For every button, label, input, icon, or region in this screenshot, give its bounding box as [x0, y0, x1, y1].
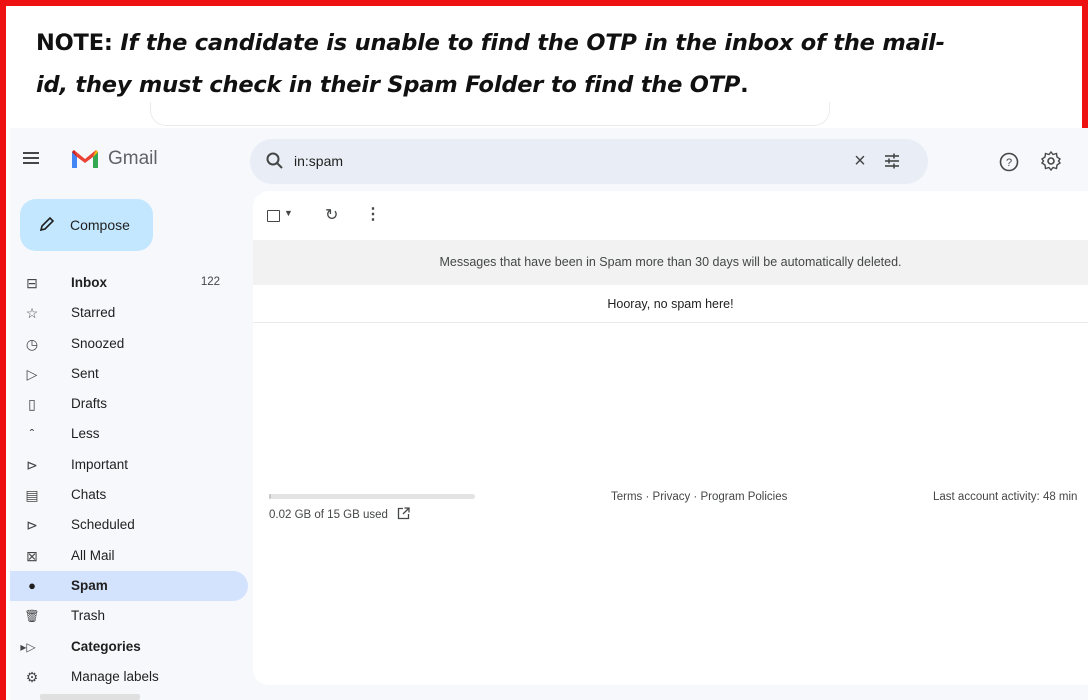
settings-icon[interactable] [1040, 150, 1062, 172]
sidebar-item-label: Drafts [71, 396, 108, 412]
overlay-edge [150, 102, 830, 126]
compose-label: Compose [70, 217, 130, 233]
note-end: . [740, 72, 749, 98]
sidebar-item-label: Scheduled [71, 517, 135, 533]
spam-icon: ● [28, 577, 36, 593]
storage-meter [269, 494, 475, 499]
note-prefix: NOTE: [36, 30, 113, 56]
gmail-brand[interactable]: Gmail [108, 148, 158, 170]
external-link-icon[interactable] [397, 507, 410, 520]
star-icon: ☆ [25, 305, 39, 322]
more-options-icon[interactable]: ⋮ [365, 204, 381, 224]
empty-state-message: Hooray, no spam here! [253, 285, 1088, 323]
sidebar-item-inbox[interactable]: ⊟ Inbox 122 [10, 268, 248, 298]
important-icon: ⊳ [26, 456, 38, 473]
note-text: NOTE: If the candidate is unable to find… [36, 22, 1066, 106]
sidebar-nav: ⊟ Inbox 122 ☆ Starred ◷ Snoozed ▷ Sent ▯… [10, 268, 248, 692]
spam-retention-banner: Messages that have been in Spam more tha… [253, 240, 1088, 285]
label-icon: ▸▷ [20, 639, 36, 654]
sidebar-item-less[interactable]: ˆ Less [10, 419, 248, 449]
sidebar-item-manage-labels[interactable]: ⚙ Manage labels [10, 662, 248, 692]
unread-count: 122 [200, 276, 220, 288]
sidebar-item-chats[interactable]: ▤ Chats [10, 480, 248, 510]
select-all-checkbox[interactable] [267, 210, 280, 222]
gear-icon: ⚙ [25, 668, 39, 685]
send-icon: ▷ [26, 365, 38, 382]
sidebar-item-spam[interactable]: ● Spam [10, 570, 248, 602]
storage-usage: 0.02 GB of 15 GB used [269, 509, 388, 521]
sidebar-item-label: Trash [71, 608, 106, 624]
message-list-pane: ▼ ↻ ⋮ Messages that have been in Spam mo… [253, 191, 1088, 685]
trash-icon: 🗑 [24, 609, 40, 624]
all-mail-icon: ⊠ [26, 547, 38, 564]
note-line-2: id, they must check in their Spam Folder… [36, 72, 741, 98]
help-icon[interactable]: ? [998, 151, 1020, 173]
search-options-icon[interactable] [882, 151, 902, 171]
cut-off-nav-item [40, 694, 140, 700]
policies-links[interactable]: Terms · Privacy · Program Policies [611, 491, 787, 503]
sidebar-item-label: Snoozed [71, 335, 125, 351]
sidebar-item-all-mail[interactable]: ⊠ All Mail [10, 541, 248, 571]
sidebar-item-label: Categories [71, 638, 141, 654]
clock-icon: ◷ [25, 335, 39, 352]
chevron-up-icon: ˆ [29, 426, 35, 443]
search-bar[interactable]: × [250, 139, 928, 184]
sidebar-item-categories[interactable]: ▸▷ Categories [10, 632, 248, 662]
sidebar-item-important[interactable]: ⊳ Important [10, 450, 248, 480]
svg-text:?: ? [1006, 157, 1012, 169]
select-dropdown-icon[interactable]: ▼ [284, 208, 293, 218]
note-line-1: If the candidate is unable to find the O… [120, 30, 945, 56]
sidebar-item-label: Chats [71, 487, 107, 503]
chat-icon: ▤ [25, 487, 39, 504]
refresh-icon[interactable]: ↻ [325, 205, 338, 225]
menu-icon[interactable] [23, 152, 39, 164]
sidebar-item-label: Sent [71, 365, 99, 381]
sidebar-item-trash[interactable]: 🗑 Trash [10, 601, 248, 631]
sidebar-item-label: Starred [71, 305, 116, 321]
sidebar-item-sent[interactable]: ▷ Sent [10, 359, 248, 389]
search-icon[interactable] [265, 151, 285, 171]
sidebar-item-drafts[interactable]: ▯ Drafts [10, 389, 248, 419]
gmail-app: Gmail × ? Compose [10, 128, 1088, 700]
draft-icon: ▯ [28, 396, 36, 413]
sidebar-item-label: Manage labels [71, 668, 159, 684]
scheduled-icon: ⊳ [26, 517, 38, 534]
storage-meter-fill [269, 494, 272, 499]
sidebar-item-scheduled[interactable]: ⊳ Scheduled [10, 510, 248, 540]
sidebar-item-starred[interactable]: ☆ Starred [10, 298, 248, 328]
last-account-activity[interactable]: Last account activity: 48 min [933, 491, 1077, 503]
sidebar-item-label: Spam [71, 577, 108, 593]
sidebar-item-label: Inbox [71, 275, 107, 290]
sidebar-item-snoozed[interactable]: ◷ Snoozed [10, 329, 248, 359]
sidebar-item-label: Less [71, 426, 100, 442]
gmail-logo-icon [72, 150, 98, 168]
clear-search-icon[interactable]: × [850, 150, 870, 172]
sidebar-item-label: All Mail [71, 547, 115, 563]
pencil-icon [39, 216, 55, 232]
sidebar-item-label: Important [71, 456, 129, 472]
compose-button[interactable]: Compose [20, 199, 153, 251]
list-toolbar: ▼ ↻ ⋮ [253, 191, 1088, 240]
search-input[interactable] [294, 150, 694, 172]
inbox-icon: ⊟ [26, 275, 38, 291]
